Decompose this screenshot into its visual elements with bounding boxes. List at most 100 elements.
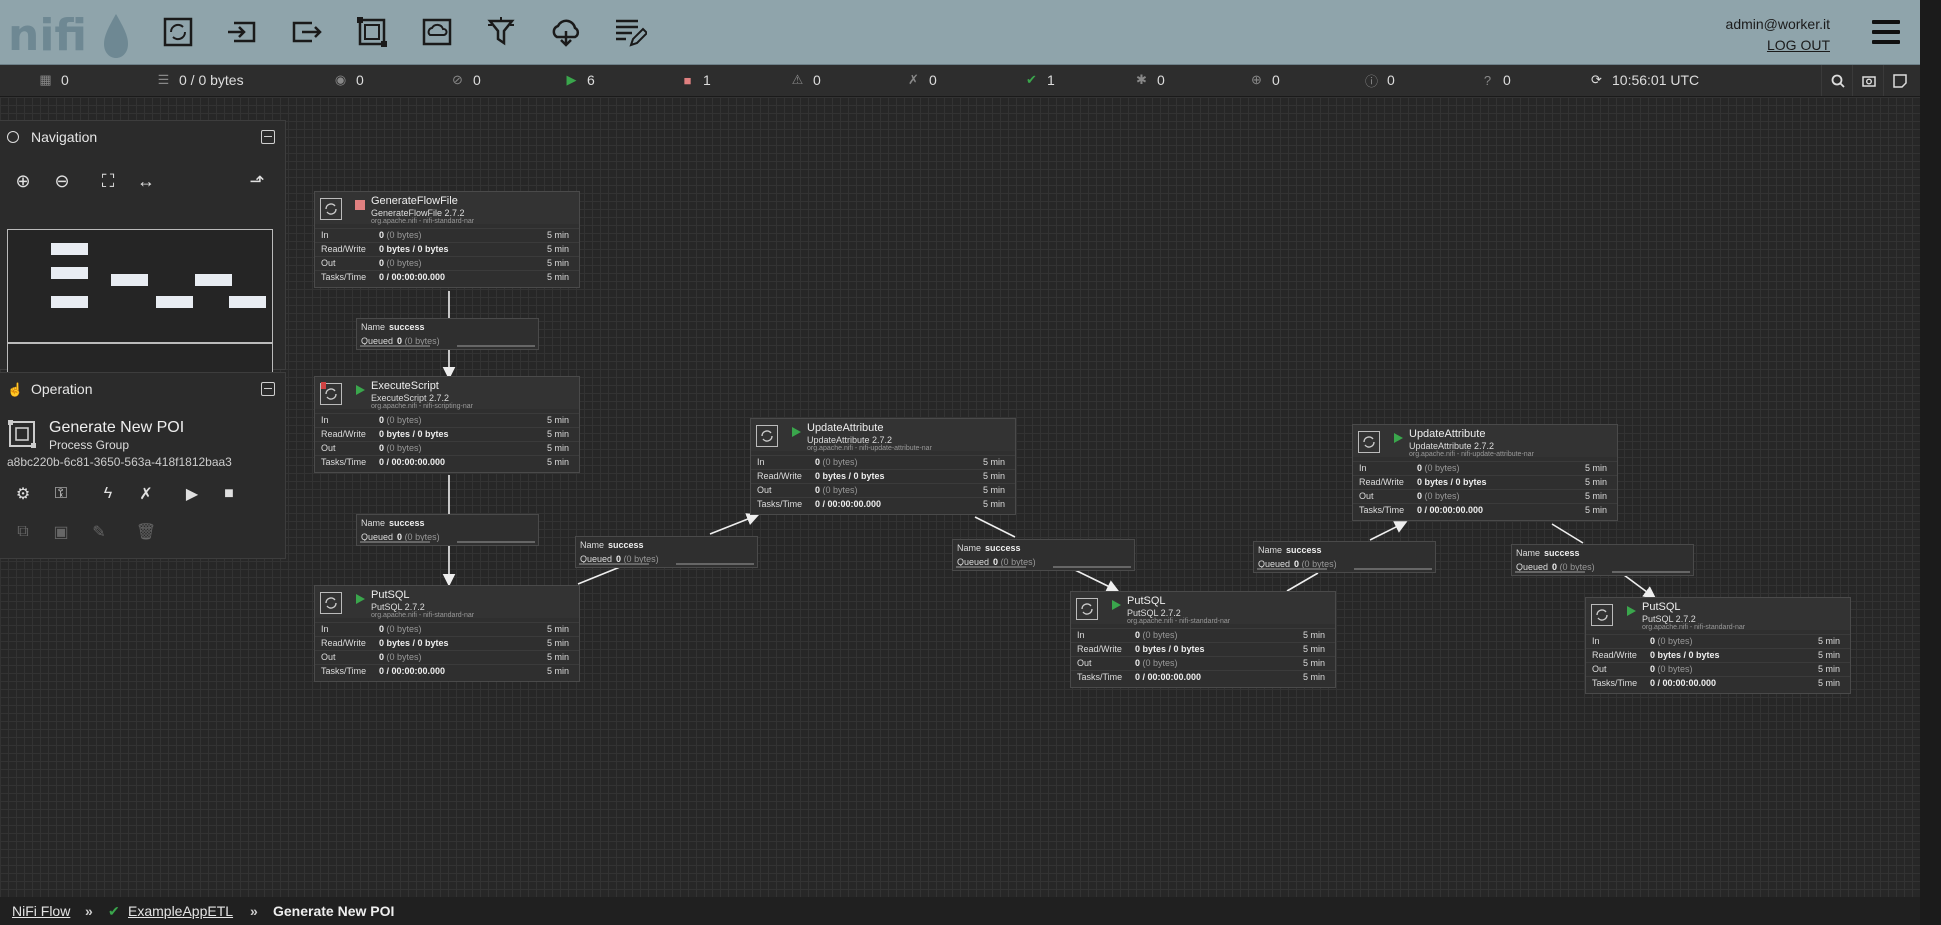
access-policies-key-icon[interactable]: ⚿	[50, 483, 72, 505]
breadcrumb: NiFi Flow » ✔ ExampleAppETL » Generate N…	[0, 897, 1920, 925]
stat-value: (0 bytes)	[822, 485, 858, 495]
processor-0[interactable]: GenerateFlowFile GenerateFlowFile 2.7.2 …	[314, 191, 580, 288]
connection-label-0[interactable]: Name success Queued 0 (0 bytes)	[356, 318, 539, 350]
processor-name: UpdateAttribute	[1409, 428, 1486, 440]
collapse-icon[interactable]	[261, 130, 275, 144]
running-state-icon	[1112, 600, 1121, 610]
processor-3[interactable]: UpdateAttribute UpdateAttribute 2.7.2 or…	[750, 418, 1016, 515]
processor-2[interactable]: PutSQL PutSQL 2.7.2 org.apache.nifi - ni…	[314, 585, 580, 682]
name-label: Name	[957, 543, 982, 553]
processor-icon	[756, 425, 778, 447]
stat-value: 0 bytes / 0 bytes	[379, 638, 449, 648]
stat-value: 0	[379, 443, 385, 453]
processor-type: UpdateAttribute 2.7.2	[1409, 441, 1495, 451]
breadcrumb-separator: »	[85, 903, 93, 919]
stat-value: 0	[379, 652, 385, 662]
leave-group-icon[interactable]: ⬏	[244, 168, 270, 194]
connection-line[interactable]	[1551, 523, 1584, 544]
connection-label-2[interactable]: Name success Queued 0 (0 bytes)	[575, 536, 758, 568]
disable-icon[interactable]: ✗	[135, 483, 157, 505]
stat-value: Tasks/Time	[1359, 505, 1405, 515]
connection-line[interactable]	[1623, 574, 1657, 599]
stat-value: In	[1592, 636, 1600, 646]
start-play-icon[interactable]: ▶	[181, 483, 203, 505]
selection-name: Generate New POI	[49, 419, 185, 436]
connection-line[interactable]	[1286, 572, 1319, 592]
processor-4[interactable]: PutSQL PutSQL 2.7.2 org.apache.nifi - ni…	[1070, 591, 1336, 688]
group-icon[interactable]: ▣	[50, 521, 72, 543]
stat-value: 0 / 00:00:00.000	[379, 666, 446, 676]
queue-bar	[579, 563, 649, 565]
fit-icon[interactable]: ⛶	[95, 168, 121, 194]
connection-line[interactable]	[1074, 569, 1120, 592]
connection-line[interactable]	[709, 513, 760, 535]
selection-type: Process Group	[49, 438, 130, 452]
connection-label-3[interactable]: Name success Queued 0 (0 bytes)	[952, 539, 1135, 571]
connection-label-4[interactable]: Name success Queued 0 (0 bytes)	[1253, 541, 1436, 573]
processor-icon	[1358, 431, 1380, 453]
connection-name-row: Name success	[1516, 547, 1580, 560]
stop-square-icon[interactable]: ■	[218, 483, 240, 505]
stat-value: In	[1359, 463, 1367, 473]
stat-value: (0 bytes)	[1142, 658, 1178, 668]
birdseye-view[interactable]	[7, 229, 273, 343]
stat-value: Out	[757, 485, 772, 495]
processor-bundle: org.apache.nifi - nifi-update-attribute-…	[807, 445, 932, 452]
side-edge	[1920, 0, 1941, 925]
stat-value: (0 bytes)	[1657, 664, 1693, 674]
stat-value: 5 min	[1817, 664, 1840, 674]
color-brush-icon[interactable]: ✎	[88, 521, 110, 543]
breadcrumb-parent-link[interactable]: ExampleAppETL	[128, 903, 233, 919]
connection-name: success	[985, 543, 1021, 553]
stat-row-read-write: Read/Write 0 bytes / 0 bytes 5 min	[315, 242, 579, 256]
delete-trash-icon[interactable]: 🗑	[135, 521, 157, 543]
actual-size-icon[interactable]: ↔	[133, 168, 159, 194]
processor-type: PutSQL 2.7.2	[1642, 614, 1696, 624]
connection-name: success	[389, 518, 425, 528]
navigation-header[interactable]: Navigation	[0, 121, 285, 153]
stat-value: 5 min	[546, 652, 569, 662]
zoom-out-icon[interactable]: ⊖	[49, 168, 75, 194]
stat-value: Tasks/Time	[321, 666, 367, 676]
connection-name: success	[608, 540, 644, 550]
processor-name: PutSQL	[1127, 595, 1166, 607]
configure-gear-icon[interactable]: ⚙	[12, 483, 34, 505]
connection-line[interactable]	[1369, 521, 1408, 541]
stat-value: Tasks/Time	[1077, 672, 1123, 682]
stat-value: 0	[1135, 658, 1141, 668]
birdseye-component	[195, 274, 232, 286]
stat-value: 0 bytes / 0 bytes	[1650, 650, 1720, 660]
bulletin-warning-icon[interactable]	[321, 382, 326, 389]
processor-6[interactable]: PutSQL PutSQL 2.7.2 org.apache.nifi - ni…	[1585, 597, 1851, 694]
stat-value: 0 / 00:00:00.000	[1650, 678, 1717, 688]
stat-row-read-write: Read/Write 0 bytes / 0 bytes 5 min	[1353, 475, 1617, 489]
stat-value: 0 / 00:00:00.000	[815, 499, 882, 509]
selection-id: a8bc220b-6c81-3650-563a-418f1812baa3	[7, 455, 232, 469]
queue-bar	[457, 541, 535, 543]
connection-label-5[interactable]: Name success Queued 0 (0 bytes)	[1511, 544, 1694, 576]
operation-header[interactable]: ☝ Operation	[0, 373, 285, 405]
queue-bar	[676, 563, 754, 565]
queue-bar	[360, 541, 430, 543]
stat-row-read-write: Read/Write 0 bytes / 0 bytes 5 min	[315, 636, 579, 650]
connection-line[interactable]	[974, 516, 1016, 538]
stat-value: Out	[1359, 491, 1374, 501]
stat-value: In	[1077, 630, 1085, 640]
processor-name: UpdateAttribute	[807, 422, 884, 434]
processor-5[interactable]: UpdateAttribute UpdateAttribute 2.7.2 or…	[1352, 424, 1618, 521]
connection-line[interactable]	[577, 566, 621, 585]
processor-1[interactable]: ExecuteScript ExecuteScript 2.7.2 org.ap…	[314, 376, 580, 473]
stat-value: 0	[379, 258, 385, 268]
running-state-icon	[1394, 433, 1403, 443]
processor-bundle: org.apache.nifi - nifi-standard-nar	[371, 612, 475, 619]
copy-icon[interactable]: ⧉	[12, 521, 34, 543]
birdseye-component	[156, 296, 193, 308]
zoom-in-icon[interactable]: ⊕	[10, 168, 36, 194]
breadcrumb-root-link[interactable]: NiFi Flow	[12, 903, 70, 919]
collapse-icon[interactable]	[261, 382, 275, 396]
connection-label-1[interactable]: Name success Queued 0 (0 bytes)	[356, 514, 539, 546]
stat-value: (0 bytes)	[386, 443, 422, 453]
stat-value: 5 min	[546, 624, 569, 634]
enable-bolt-icon[interactable]: ϟ	[97, 483, 119, 505]
processor-icon	[1591, 604, 1613, 626]
